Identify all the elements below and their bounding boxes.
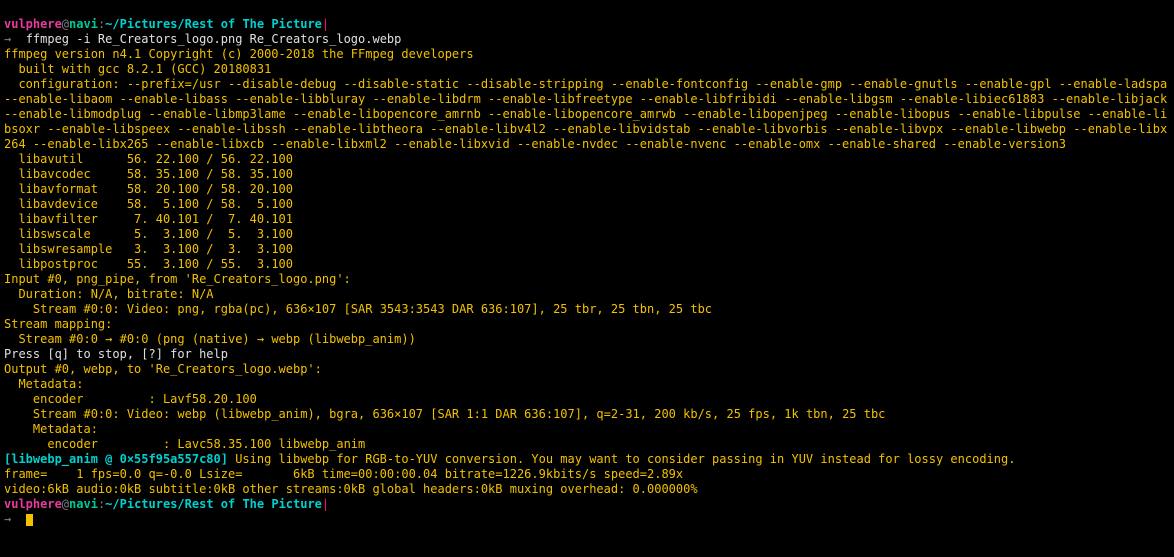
lib-line: libavfilter 7. 40.101 / 7. 40.101 bbox=[4, 212, 293, 226]
press-line: Press [q] to stop, [?] for help bbox=[4, 347, 228, 361]
warning-message: Using libwebp for RGB-to-YUV conversion.… bbox=[235, 452, 1015, 466]
summary-line: video:6kB audio:0kB subtitle:0kB other s… bbox=[4, 482, 698, 496]
terminal[interactable]: vulphere@navi:~/Pictures/Rest of The Pic… bbox=[0, 0, 1174, 529]
warning-tag: [libwebp_anim @ 0×55f95a557c80] bbox=[4, 452, 235, 466]
prompt-at: @ bbox=[62, 17, 69, 31]
config-line: configuration: --prefix=/usr --disable-d… bbox=[4, 77, 1174, 151]
prompt-path: ~/Pictures/Rest of The Picture bbox=[105, 17, 322, 31]
prompt-mark: | bbox=[322, 17, 329, 31]
prompt-at: @ bbox=[62, 497, 69, 511]
output-stream: Stream #0:0: Video: webp (libwebp_anim),… bbox=[4, 407, 885, 421]
prompt-user: vulphere bbox=[4, 497, 62, 511]
prompt-mark: | bbox=[322, 497, 329, 511]
lib-line: libavdevice 58. 5.100 / 58. 5.100 bbox=[4, 197, 293, 211]
lib-line: libswscale 5. 3.100 / 5. 3.100 bbox=[4, 227, 293, 241]
lib-line: libavutil 56. 22.100 / 56. 22.100 bbox=[4, 152, 293, 166]
prompt-arrow-1: → bbox=[4, 32, 26, 46]
input-stream: Stream #0:0: Video: png, rgba(pc), 636×1… bbox=[4, 302, 712, 316]
command-text: ffmpeg -i Re_Creators_logo.png Re_Creato… bbox=[26, 32, 402, 46]
duration-line: Duration: N/A, bitrate: N/A bbox=[4, 287, 214, 301]
frame-line: frame= 1 fps=0.0 q=-0.0 Lsize= 6kB time=… bbox=[4, 467, 712, 481]
ffmpeg-banner: ffmpeg version n4.1 Copyright (c) 2000-2… bbox=[4, 47, 474, 61]
prompt-line-1: vulphere@navi:~/Pictures/Rest of The Pic… bbox=[4, 17, 329, 31]
cursor-block[interactable] bbox=[26, 514, 33, 526]
prompt-host: navi bbox=[69, 17, 98, 31]
encoder-line: encoder : Lavf58.20.100 bbox=[4, 392, 257, 406]
stream-mapping-header: Stream mapping: bbox=[4, 317, 112, 331]
output-header: Output #0, webp, to 'Re_Creators_logo.we… bbox=[4, 362, 322, 376]
prompt-path: ~/Pictures/Rest of The Picture bbox=[105, 497, 322, 511]
built-line: built with gcc 8.2.1 (GCC) 20180831 bbox=[4, 62, 271, 76]
prompt-host: navi bbox=[69, 497, 98, 511]
lib-line: libswresample 3. 3.100 / 3. 3.100 bbox=[4, 242, 293, 256]
prompt-user: vulphere bbox=[4, 17, 62, 31]
lib-line: libavcodec 58. 35.100 / 58. 35.100 bbox=[4, 167, 293, 181]
prompt-line-2: vulphere@navi:~/Pictures/Rest of The Pic… bbox=[4, 497, 329, 511]
stream-mapping-line: Stream #0:0 → #0:0 (png (native) → webp … bbox=[4, 332, 416, 346]
encoder-line: encoder : Lavc58.35.100 libwebp_anim bbox=[4, 437, 365, 451]
metadata-line: Metadata: bbox=[4, 377, 83, 391]
warning-line: [libwebp_anim @ 0×55f95a557c80] Using li… bbox=[4, 452, 1015, 466]
lib-line: libpostproc 55. 3.100 / 55. 3.100 bbox=[4, 257, 293, 271]
input-header: Input #0, png_pipe, from 'Re_Creators_lo… bbox=[4, 272, 351, 286]
prompt-arrow-2: → bbox=[4, 512, 26, 526]
metadata-line: Metadata: bbox=[4, 422, 98, 436]
lib-line: libavformat 58. 20.100 / 58. 20.100 bbox=[4, 182, 293, 196]
